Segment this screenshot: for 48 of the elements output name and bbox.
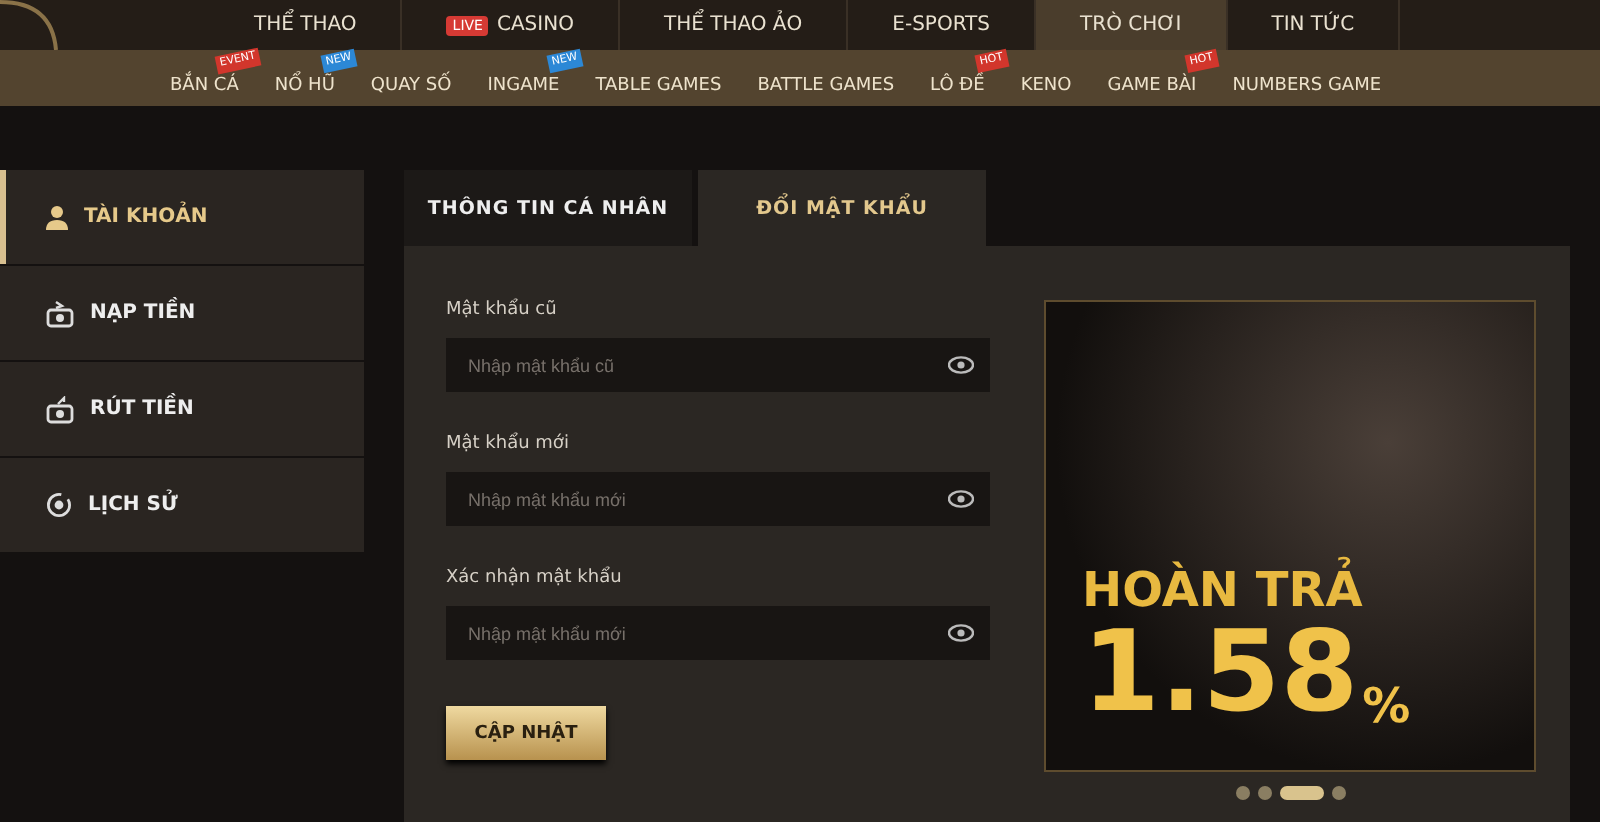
carousel-dot[interactable] [1235,786,1249,800]
game-category-link[interactable]: NỔ HŨ [274,76,335,96]
nav-tab-label: TRÒ CHƠI [1080,14,1182,36]
game-category-link[interactable]: INGAME [487,76,560,96]
game-category-link[interactable]: QUAY SỐ [370,76,452,96]
field-label: Mật khẩu mới [446,434,571,454]
game-category-link[interactable]: NUMBERS GAME [1232,76,1382,96]
cash-icon [46,395,74,423]
banner-figure: 1.58 [1082,618,1359,730]
password-field[interactable]: Nhập mật khẩu mới [446,606,990,660]
nav-tab-label: E-SPORTS [892,14,991,36]
eye-icon[interactable] [948,624,974,642]
nav-tab-label: TIN TỨC [1271,14,1355,36]
field-label: Xác nhận mật khẩu [446,568,624,588]
percent-sign: % [1362,682,1411,730]
game-category-link[interactable]: KENO [1020,76,1072,96]
logo[interactable] [0,0,60,50]
game-category-link[interactable]: LÔ ĐỀ [930,76,985,96]
game-category-link[interactable]: GAME BÀI [1107,76,1197,96]
account-menu-item[interactable]: TÀI KHOẢN [0,170,364,264]
history-icon [46,492,72,518]
carousel-dot[interactable] [1257,786,1271,800]
account-tab[interactable]: THÔNG TIN CÁ NHÂN [404,170,692,246]
nav-tab-label: CASINO [496,14,574,36]
menu-item-label: RÚT TIỀN [90,398,194,420]
nav-tab-label: THỂ THAO ẢO [663,14,803,36]
menu-item-label: LỊCH SỬ [88,494,178,516]
password-field[interactable]: Nhập mật khẩu cũ [446,338,990,392]
cash-icon [46,299,74,327]
nav-tab-label: THỂ THAO [254,14,357,36]
update-button[interactable]: CẬP NHẬT [446,706,606,760]
user-icon [46,205,68,229]
game-category-link[interactable]: TABLE GAMES [595,76,722,96]
account-menu-item[interactable]: LỊCH SỬ [0,458,364,552]
eye-icon[interactable] [948,490,974,508]
game-category-link[interactable]: BẮN CÁ [170,76,239,96]
account-menu-item[interactable]: NẠP TIỀN [0,266,364,360]
game-category-link[interactable]: BATTLE GAMES [757,76,895,96]
carousel-dot[interactable] [1331,786,1345,800]
nav-tab[interactable]: TRÒ CHƠI [1036,0,1228,50]
promo-banner[interactable]: HOÀN TRẢ 1.58% [1044,300,1536,772]
menu-item-label: TÀI KHOẢN [84,206,208,228]
account-tab[interactable]: ĐỔI MẬT KHẨU [698,170,986,246]
field-label: Mật khẩu cũ [446,300,559,320]
eye-icon[interactable] [948,356,974,374]
menu-item-label: NẠP TIỀN [90,302,196,324]
password-field[interactable]: Nhập mật khẩu mới [446,472,990,526]
account-menu-item[interactable]: RÚT TIỀN [0,362,364,456]
